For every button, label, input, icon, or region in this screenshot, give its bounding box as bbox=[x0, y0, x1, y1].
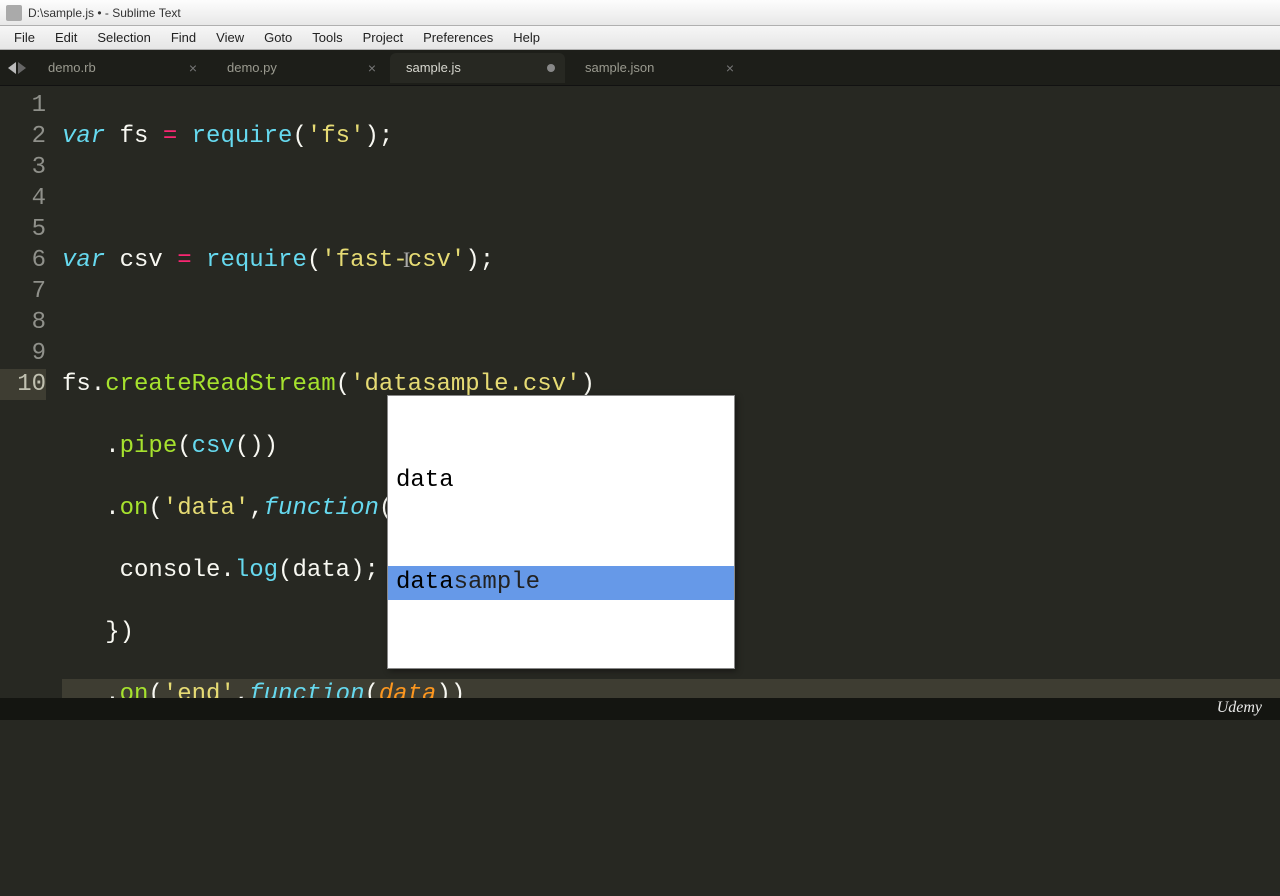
tab-nav bbox=[2, 62, 32, 74]
line-number: 1 bbox=[0, 90, 46, 121]
code-line bbox=[62, 307, 1280, 338]
tab-bar: demo.rb × demo.py × sample.js sample.jso… bbox=[0, 50, 1280, 86]
editor-area[interactable]: 1 2 3 4 5 6 7 8 9 10 var fs = require('f… bbox=[0, 86, 1280, 698]
line-number: 6 bbox=[0, 245, 46, 276]
menu-project[interactable]: Project bbox=[353, 28, 413, 47]
app-icon bbox=[6, 5, 22, 21]
dirty-indicator-icon bbox=[547, 64, 555, 72]
tab-demo-py[interactable]: demo.py × bbox=[211, 53, 386, 83]
code-line bbox=[62, 183, 1280, 214]
line-gutter: 1 2 3 4 5 6 7 8 9 10 bbox=[0, 86, 62, 698]
line-number: 8 bbox=[0, 307, 46, 338]
tab-sample-js[interactable]: sample.js bbox=[390, 53, 565, 83]
menu-edit[interactable]: Edit bbox=[45, 28, 87, 47]
line-number: 2 bbox=[0, 121, 46, 152]
menu-find[interactable]: Find bbox=[161, 28, 206, 47]
tab-label: sample.json bbox=[585, 60, 654, 75]
code-content[interactable]: var fs = require('fs'); var csv = requir… bbox=[62, 86, 1280, 698]
line-number: 3 bbox=[0, 152, 46, 183]
autocomplete-item[interactable]: datasample bbox=[388, 566, 734, 600]
menu-view[interactable]: View bbox=[206, 28, 254, 47]
line-number: 4 bbox=[0, 183, 46, 214]
autocomplete-popup[interactable]: data datasample bbox=[387, 395, 735, 669]
line-number: 5 bbox=[0, 214, 46, 245]
menu-help[interactable]: Help bbox=[503, 28, 550, 47]
tab-label: sample.js bbox=[406, 60, 461, 75]
menu-file[interactable]: File bbox=[4, 28, 45, 47]
menu-bar: File Edit Selection Find View Goto Tools… bbox=[0, 26, 1280, 50]
close-icon[interactable]: × bbox=[189, 60, 197, 76]
tab-prev-icon[interactable] bbox=[8, 62, 16, 74]
line-number: 9 bbox=[0, 338, 46, 369]
autocomplete-item[interactable]: data bbox=[388, 464, 734, 498]
menu-goto[interactable]: Goto bbox=[254, 28, 302, 47]
window-titlebar: D:\sample.js • - Sublime Text bbox=[0, 0, 1280, 26]
menu-tools[interactable]: Tools bbox=[302, 28, 352, 47]
code-line: var csv = require('fast-csv'); bbox=[62, 245, 1280, 276]
status-bar bbox=[0, 698, 1280, 720]
line-number: 10 bbox=[0, 369, 46, 400]
window-title: D:\sample.js • - Sublime Text bbox=[28, 6, 181, 20]
menu-preferences[interactable]: Preferences bbox=[413, 28, 503, 47]
code-line: var fs = require('fs'); bbox=[62, 121, 1280, 152]
tab-sample-json[interactable]: sample.json × bbox=[569, 53, 744, 83]
line-number: 7 bbox=[0, 276, 46, 307]
tab-label: demo.rb bbox=[48, 60, 96, 75]
tab-demo-rb[interactable]: demo.rb × bbox=[32, 53, 207, 83]
tab-next-icon[interactable] bbox=[18, 62, 26, 74]
close-icon[interactable]: × bbox=[368, 60, 376, 76]
udemy-watermark: Udemy bbox=[1217, 699, 1262, 717]
menu-selection[interactable]: Selection bbox=[87, 28, 160, 47]
tab-label: demo.py bbox=[227, 60, 277, 75]
close-icon[interactable]: × bbox=[726, 60, 734, 76]
